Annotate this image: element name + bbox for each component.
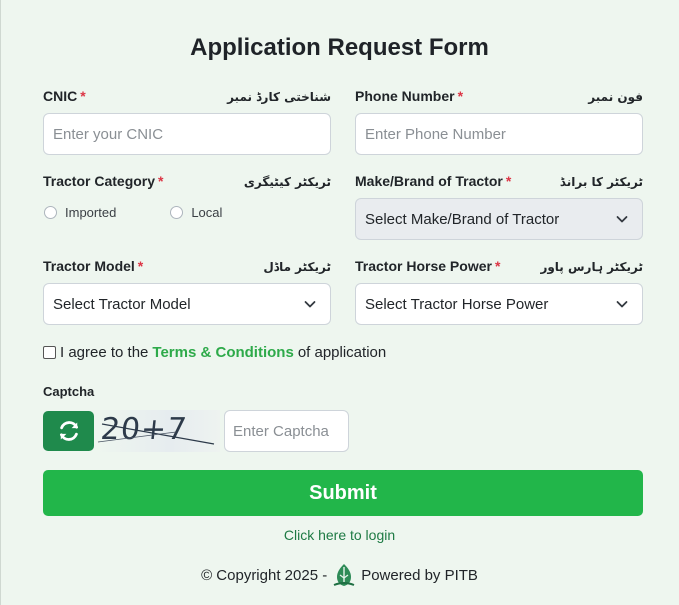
terms-checkbox[interactable] xyxy=(43,346,56,359)
terms-link[interactable]: Terms & Conditions xyxy=(152,344,293,361)
powered-by-text: Powered by PITB xyxy=(361,566,478,584)
brand-urdu-label: ٹریکٹر کا برانڈ xyxy=(559,175,643,189)
login-link[interactable]: Click here to login xyxy=(0,527,679,543)
radio-imported-label: Imported xyxy=(65,205,117,220)
brand-field-group: Make/Brand of Tractor * ٹریکٹر کا برانڈ S… xyxy=(355,173,643,240)
required-marker: * xyxy=(457,88,464,104)
required-marker: * xyxy=(80,88,86,104)
phone-label: Phone Number * xyxy=(355,88,464,104)
category-urdu-label: ٹریکٹر کیٹیگری xyxy=(243,175,331,189)
model-select-value: Select Tractor Model xyxy=(53,295,191,313)
model-urdu-label: ٹریکٹر ماڈل xyxy=(263,260,331,274)
chevron-down-icon xyxy=(616,301,628,308)
radio-imported[interactable]: Imported xyxy=(44,205,116,220)
agree-suffix: of application xyxy=(297,344,387,361)
required-marker: * xyxy=(494,258,501,274)
brand-select-value: Select Make/Brand of Tractor xyxy=(365,210,560,228)
model-label: Tractor Model * xyxy=(43,258,144,274)
cnic-label: CNIC * xyxy=(43,88,86,104)
required-marker: * xyxy=(158,173,164,189)
radio-local-label: Local xyxy=(191,205,223,220)
submit-button[interactable]: Submit xyxy=(43,470,643,516)
radio-imported-circle[interactable] xyxy=(44,206,57,219)
cnic-field-group: CNIC * شناختی کارڈ نمبر xyxy=(43,88,331,155)
captcha-input[interactable] xyxy=(224,410,349,452)
horsepower-urdu-label: ٹریکٹر ہارس پاور xyxy=(540,260,643,274)
category-radio-group: Imported Local xyxy=(43,205,331,220)
captcha-refresh-button[interactable] xyxy=(43,411,94,451)
captcha-noise-lines xyxy=(97,423,215,445)
horsepower-select-value: Select Tractor Horse Power xyxy=(365,295,549,313)
chevron-down-icon xyxy=(616,216,628,223)
cnic-input[interactable] xyxy=(43,113,331,155)
cnic-urdu-label: شناختی کارڈ نمبر xyxy=(227,90,331,104)
category-field-group: Tractor Category * ٹریکٹر کیٹیگری Importe… xyxy=(43,173,331,220)
agree-prefix: I agree to the xyxy=(60,344,149,361)
terms-agreement: I agree to the Terms & Conditions of app… xyxy=(43,344,386,361)
pitb-logo-icon xyxy=(333,564,355,586)
brand-label: Make/Brand of Tractor * xyxy=(355,173,512,189)
model-select[interactable]: Select Tractor Model xyxy=(43,283,331,325)
horsepower-select[interactable]: Select Tractor Horse Power xyxy=(355,283,643,325)
phone-urdu-label: فون نمبر xyxy=(588,90,643,104)
horsepower-label: Tractor Horse Power * xyxy=(355,258,501,274)
phone-field-group: Phone Number * فون نمبر xyxy=(355,88,643,155)
left-border xyxy=(0,0,1,605)
category-label: Tractor Category * xyxy=(43,173,164,189)
horsepower-field-group: Tractor Horse Power * ٹریکٹر ہارس پاور Se… xyxy=(355,258,643,325)
copyright-text: © Copyright 2025 - xyxy=(201,566,328,584)
captcha-image: 20+7 = xyxy=(96,410,220,452)
model-field-group: Tractor Model * ٹریکٹر ماڈل Select Tracto… xyxy=(43,258,331,325)
form-title: Application Request Form xyxy=(190,34,489,61)
footer: © Copyright 2025 - Powered by PITB xyxy=(0,563,679,587)
captcha-label: Captcha xyxy=(43,384,95,399)
brand-select[interactable]: Select Make/Brand of Tractor xyxy=(355,198,643,240)
refresh-icon xyxy=(59,421,78,441)
radio-local[interactable]: Local xyxy=(170,205,222,220)
phone-input[interactable] xyxy=(355,113,643,155)
radio-local-circle[interactable] xyxy=(170,206,184,219)
required-marker: * xyxy=(137,258,144,274)
chevron-down-icon xyxy=(304,301,316,308)
required-marker: * xyxy=(505,173,512,189)
